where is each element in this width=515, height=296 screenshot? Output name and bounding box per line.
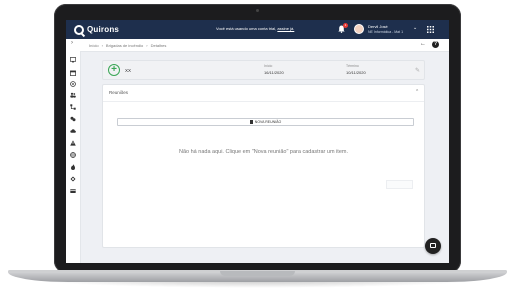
brigade-header-card: + XX Início 16/11/2020 Término 10/11/202…	[102, 60, 425, 80]
chevron-down-icon[interactable]: ⌄	[413, 25, 417, 31]
trial-text: Você está usando uma conta trial,	[216, 26, 277, 31]
end-date-label: Término	[346, 64, 359, 68]
back-arrow-icon[interactable]: ←	[420, 41, 426, 47]
tree-icon[interactable]	[70, 104, 76, 110]
chevron-up-icon[interactable]: ⌃	[415, 89, 419, 95]
avatar[interactable]	[354, 24, 364, 34]
edit-pencil-icon[interactable]: ✎	[415, 67, 420, 74]
breadcrumb-item-home[interactable]: Início	[89, 43, 99, 48]
breadcrumb-bar: › Início › Brigadas de incêndio › Detalhes ←…	[66, 39, 449, 52]
start-date-value: 16/11/2020	[264, 69, 284, 75]
meetings-panel-title: Reuniões	[109, 90, 129, 95]
breadcrumb-item-brigades[interactable]: Brigadas de incêndio	[106, 43, 143, 48]
globe-icon[interactable]	[70, 152, 76, 158]
app-logo[interactable]: Quirons	[74, 24, 119, 35]
breadcrumb-separator: ›	[146, 42, 148, 48]
dashboard-icon[interactable]	[70, 57, 76, 63]
warning-icon[interactable]	[70, 140, 76, 146]
user-org: NE Informática - Mat 1	[368, 30, 404, 34]
card-icon[interactable]	[70, 188, 76, 194]
breadcrumb-item-details: Detalhes	[150, 42, 167, 48]
pagination-placeholder	[386, 180, 413, 189]
empty-state-message: Não há nada aqui. Clique em "Nova reuniã…	[179, 149, 348, 155]
panel-divider	[103, 101, 424, 102]
group-icon[interactable]	[70, 116, 76, 122]
document-icon	[249, 120, 253, 125]
cloud-icon[interactable]	[70, 128, 76, 134]
trial-banner: Você está usando uma conta trial, assine…	[216, 26, 294, 31]
top-navbar: Quirons Você está usando uma conta trial…	[66, 20, 449, 39]
meetings-panel: Reuniões ⌃ NOVA REUNIÃO Não há nada aqui…	[102, 84, 425, 248]
apps-grid-icon[interactable]	[427, 26, 434, 33]
brigade-title: XX	[125, 68, 132, 73]
sidebar	[66, 51, 81, 263]
app-screen: Quirons Você está usando uma conta trial…	[66, 20, 449, 263]
chat-button[interactable]	[425, 238, 441, 254]
chat-icon	[430, 243, 436, 248]
breadcrumb-separator: ›	[101, 42, 103, 48]
trial-subscribe-link[interactable]: assine já.	[277, 26, 294, 31]
settings-icon[interactable]	[70, 81, 76, 87]
sidebar-toggle-icon[interactable]: ›	[71, 40, 73, 46]
new-meeting-label: NOVA REUNIÃO	[254, 120, 282, 124]
users-icon[interactable]	[70, 92, 76, 98]
start-date-label: Início	[264, 64, 273, 68]
fire-icon[interactable]	[70, 164, 76, 170]
logo-icon	[74, 24, 84, 35]
new-meeting-button[interactable]: NOVA REUNIÃO	[117, 118, 414, 126]
breadcrumb: Início › Brigadas de incêndio › Detalhes	[89, 43, 166, 48]
end-date-value: 10/11/2020	[346, 69, 366, 75]
plus-circle-icon[interactable]: +	[108, 64, 120, 76]
extinguisher-icon[interactable]	[70, 176, 76, 182]
help-icon[interactable]: ?	[432, 41, 439, 48]
laptop-camera	[256, 9, 259, 12]
user-name[interactable]: Dervil José	[368, 24, 388, 29]
calendar-icon[interactable]	[70, 70, 76, 76]
notification-badge: 1	[343, 23, 348, 28]
logo-text: Quirons	[87, 25, 120, 34]
laptop-notch	[220, 271, 295, 276]
